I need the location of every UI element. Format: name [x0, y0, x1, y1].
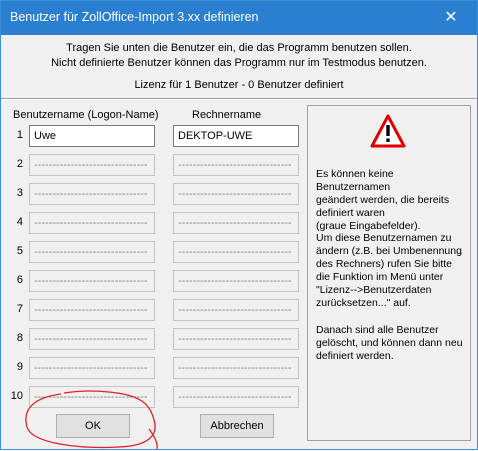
intro-text: Tragen Sie unten die Benutzer ein, die d…	[1, 41, 477, 71]
info-paragraph-3: Danach sind alle Benutzer gelöscht, und …	[316, 324, 466, 363]
info-line: definiert werden.	[316, 350, 394, 362]
username-field: -------------------------------	[29, 386, 155, 408]
intro-line-2: Nicht definierte Benutzer können das Pro…	[51, 57, 427, 69]
username-field: -------------------------------	[29, 270, 155, 292]
username-field: -------------------------------	[29, 212, 155, 234]
separator	[1, 98, 477, 100]
computer-name-field: -------------------------------	[173, 299, 299, 321]
intro-line-1: Tragen Sie unten die Benutzer ein, die d…	[66, 42, 412, 54]
username-field[interactable]: Uwe	[29, 125, 155, 147]
info-line: ändern (z.B. bei Umbenennung	[316, 245, 462, 257]
info-line: Danach sind alle Benutzer	[316, 324, 439, 336]
username-field: -------------------------------	[29, 328, 155, 350]
row-number: 3	[16, 187, 23, 199]
row-number: 8	[16, 332, 23, 344]
username-field: -------------------------------	[29, 241, 155, 263]
info-line: geändert werden, die bereits	[316, 194, 450, 206]
title-bar[interactable]: Benutzer für ZollOffice-Import 3.xx defi…	[1, 1, 477, 35]
row-number: 9	[16, 361, 23, 373]
dialog-window: Benutzer für ZollOffice-Import 3.xx defi…	[0, 0, 478, 450]
computer-name-field: -------------------------------	[173, 154, 299, 176]
info-line: des Rechners) rufen Sie bitte	[316, 258, 452, 270]
username-field: -------------------------------	[29, 357, 155, 379]
row-number: 10	[10, 390, 23, 402]
window-title: Benutzer für ZollOffice-Import 3.xx defi…	[10, 10, 259, 24]
info-line: Es können keine Benutzernamen	[316, 168, 394, 193]
computer-name-field: -------------------------------	[173, 212, 299, 234]
username-field: -------------------------------	[29, 154, 155, 176]
info-paragraph-2: Um diese Benutzernamen zu ändern (z.B. b…	[316, 232, 466, 310]
computer-name-field[interactable]: DEKTOP-UWE	[173, 125, 299, 147]
row-number: 4	[16, 216, 23, 228]
row-number: 2	[16, 158, 23, 170]
info-line: zurücksetzen..." auf.	[316, 297, 411, 309]
column-header-computer: Rechnername	[192, 109, 262, 121]
info-paragraph-1: Es können keine Benutzernamen geändert w…	[316, 168, 466, 233]
info-line: Um diese Benutzernamen zu	[316, 232, 452, 244]
info-line: definiert waren	[316, 207, 385, 219]
close-icon[interactable]: ✕	[431, 5, 471, 31]
info-line: gelöscht, und können dann neu	[316, 337, 463, 349]
row-number: 7	[16, 303, 23, 315]
computer-name-field: -------------------------------	[173, 357, 299, 379]
column-header-username: Benutzername (Logon-Name)	[13, 109, 159, 121]
info-line: "Lizenz-->Benutzerdaten	[316, 284, 432, 296]
computer-name-field: -------------------------------	[173, 270, 299, 292]
info-line: die Funktion im Menü unter	[316, 271, 444, 283]
license-status: Lizenz für 1 Benutzer - 0 Benutzer defin…	[134, 79, 344, 91]
computer-name-field: -------------------------------	[173, 328, 299, 350]
info-panel: Es können keine Benutzernamen geändert w…	[307, 105, 471, 441]
cancel-button[interactable]: Abbrechen	[200, 414, 274, 438]
row-number: 5	[16, 245, 23, 257]
username-field: -------------------------------	[29, 299, 155, 321]
computer-name-field: -------------------------------	[173, 386, 299, 408]
warning-icon	[370, 114, 406, 148]
computer-name-field: -------------------------------	[173, 241, 299, 263]
row-number: 1	[16, 129, 23, 141]
ok-button[interactable]: OK	[56, 414, 130, 438]
computer-name-field: -------------------------------	[173, 183, 299, 205]
row-number: 6	[16, 274, 23, 286]
username-field: -------------------------------	[29, 183, 155, 205]
